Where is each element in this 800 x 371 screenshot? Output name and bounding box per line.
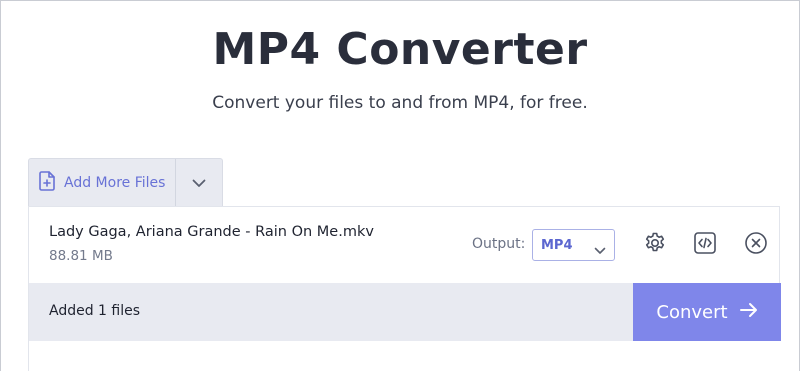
output-format-value: MP4 <box>541 237 573 253</box>
file-name: Lady Gaga, Ariana Grande - Rain On Me.mk… <box>49 224 374 240</box>
output-format-select[interactable]: MP4 <box>532 229 615 261</box>
file-row: Lady Gaga, Ariana Grande - Rain On Me.mk… <box>28 206 780 283</box>
arrow-right-icon <box>739 302 758 322</box>
file-plus-icon <box>38 170 56 195</box>
gear-icon <box>643 231 667 259</box>
add-more-files-button[interactable]: Add More Files <box>29 159 176 206</box>
page-subtitle: Convert your files to and from MP4, for … <box>212 93 588 113</box>
add-files-dropdown-button[interactable] <box>176 159 222 206</box>
add-more-files-label: Add More Files <box>64 174 166 191</box>
chevron-down-icon <box>594 240 606 259</box>
status-bar: Added 1 files <box>28 283 633 341</box>
convert-button[interactable]: Convert <box>633 283 781 341</box>
file-size: 88.81 MB <box>49 248 113 264</box>
file-settings-button[interactable] <box>643 231 667 259</box>
embed-code-button[interactable] <box>693 231 717 259</box>
output-label: Output: <box>472 236 526 252</box>
divider <box>28 341 29 371</box>
convert-label: Convert <box>656 301 728 323</box>
close-circle-icon <box>744 231 768 259</box>
status-text: Added 1 files <box>49 303 141 319</box>
add-files-tab: Add More Files <box>28 158 223 206</box>
remove-file-button[interactable] <box>744 231 768 259</box>
chevron-down-icon <box>192 173 206 192</box>
code-icon <box>693 231 717 259</box>
page-title: MP4 Converter <box>212 24 588 75</box>
